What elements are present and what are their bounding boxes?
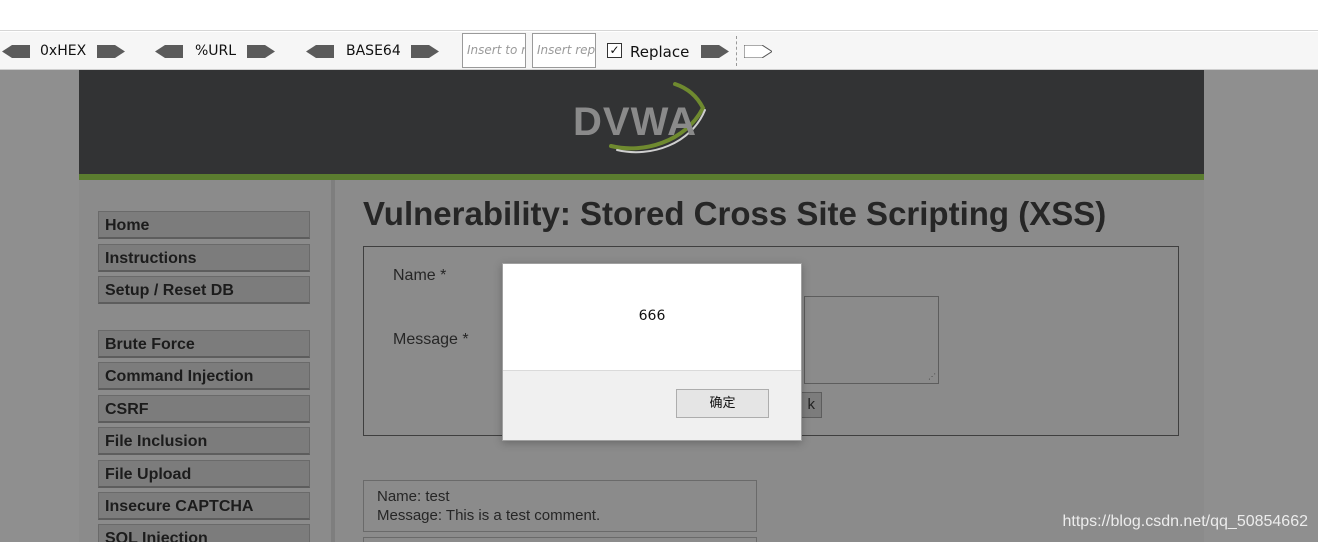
menu-item-file-upload[interactable]: File Upload	[98, 460, 310, 488]
url-decode-arrow-icon[interactable]	[155, 45, 183, 58]
page-title: Vulnerability: Stored Cross Site Scripti…	[363, 195, 1107, 232]
name-label: Name *	[393, 267, 447, 284]
message-label: Message *	[393, 331, 469, 348]
alert-message: 666	[638, 308, 666, 324]
url-encode-arrow-icon[interactable]	[247, 45, 275, 58]
hackbar-toolbar: 0xHEX %URL BASE64 Insert to r Insert rep…	[0, 32, 1318, 70]
menu-item-csrf[interactable]: CSRF	[98, 395, 310, 423]
base64-encode-arrow-icon[interactable]	[411, 45, 439, 58]
insert-to-input[interactable]: Insert to r	[462, 33, 526, 68]
alert-body: 666	[503, 264, 801, 371]
menu-divider	[331, 180, 335, 542]
url-label: %URL	[195, 43, 237, 59]
replace-arrow-icon[interactable]	[701, 45, 729, 58]
page-header: DVWA	[79, 70, 1204, 174]
menu-item-setup-reset-db[interactable]: Setup / Reset DB	[98, 276, 310, 304]
logo-text: DVWA	[573, 100, 697, 144]
guestbook-comment-next	[363, 537, 757, 542]
base64-decode-arrow-icon[interactable]	[306, 45, 334, 58]
menu-item-insecure-captcha[interactable]: Insecure CAPTCHA	[98, 492, 310, 520]
hex-label: 0xHEX	[40, 43, 87, 59]
hex-encode-arrow-icon[interactable]	[97, 45, 125, 58]
replace-label: Replace	[630, 43, 690, 61]
replace-checkbox[interactable]: ✓	[607, 43, 622, 58]
menu-item-instructions[interactable]: Instructions	[98, 244, 310, 272]
browser-top-strip	[0, 0, 1318, 31]
sidebar-menu: Home Instructions Setup / Reset DB Brute…	[79, 180, 339, 542]
menu-item-command-injection[interactable]: Command Injection	[98, 362, 310, 390]
base64-label: BASE64	[346, 43, 401, 59]
guestbook-comment: Name: test Message: This is a test comme…	[363, 480, 757, 532]
comment-name: Name: test	[377, 488, 450, 505]
watermark-url: https://blog.csdn.net/qq_50854662	[1062, 513, 1308, 530]
toolbar-separator	[736, 36, 737, 66]
execute-arrow-icon[interactable]	[744, 45, 772, 58]
alert-ok-button[interactable]: 确定	[676, 389, 769, 418]
resize-grip-icon[interactable]: ⋰	[928, 373, 936, 381]
menu-item-file-inclusion[interactable]: File Inclusion	[98, 427, 310, 455]
dvwa-logo: DVWA	[573, 80, 713, 160]
menu-item-brute-force[interactable]: Brute Force	[98, 330, 310, 358]
insert-replacement-input[interactable]: Insert rep	[532, 33, 596, 68]
comment-message: Message: This is a test comment.	[377, 507, 601, 524]
message-textarea[interactable]: ⋰	[804, 296, 939, 384]
hex-decode-arrow-icon[interactable]	[2, 45, 30, 58]
alert-dialog: 666 确定	[502, 263, 802, 441]
menu-item-home[interactable]: Home	[98, 211, 310, 239]
menu-item-sql-injection[interactable]: SQL Injection	[98, 524, 310, 542]
